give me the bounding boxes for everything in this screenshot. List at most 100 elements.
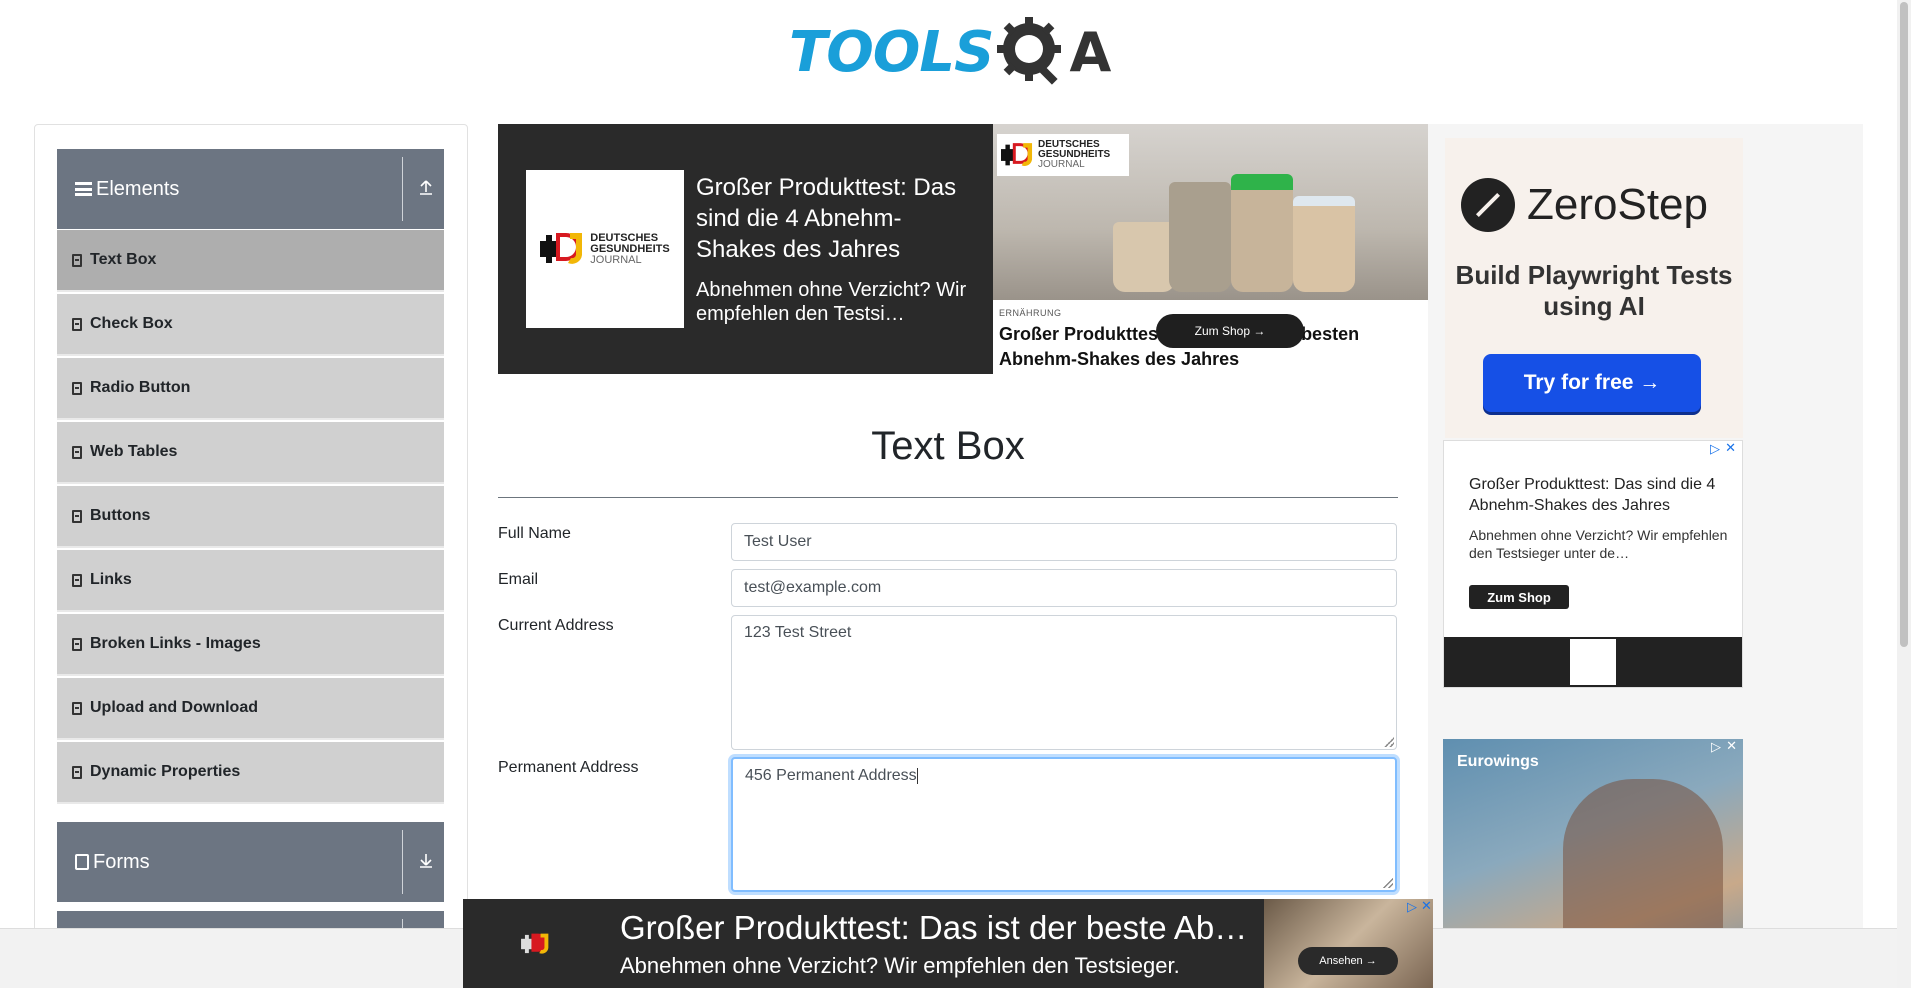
expand-arrow-icon[interactable] bbox=[418, 850, 434, 872]
menu-item-label: Buttons bbox=[90, 507, 151, 524]
ddj-logo-icon: DEUTSCHES GESUNDHEITS JOURNAL bbox=[997, 134, 1129, 176]
html5-icon bbox=[72, 317, 82, 331]
ad-title[interactable]: Großer Produkttest: Das ist der beste Ab… bbox=[620, 909, 1260, 947]
adchoices-icon[interactable]: ▷ bbox=[1407, 899, 1417, 915]
zerostep-logo-icon bbox=[1461, 178, 1515, 232]
shakes-photo[interactable]: DEUTSCHES GESUNDHEITS JOURNAL bbox=[993, 124, 1428, 300]
group-header-forms[interactable]: Forms bbox=[57, 822, 444, 902]
elements-menu: Text Box Check Box Radio Button Web Tabl… bbox=[57, 230, 444, 806]
ansehen-button[interactable]: Ansehen → bbox=[1298, 947, 1398, 975]
menu-item-label: Links bbox=[90, 571, 132, 588]
text-cursor bbox=[916, 767, 918, 784]
permanent-address-label: Permanent Address bbox=[498, 759, 639, 776]
menu-item-label: Radio Button bbox=[90, 379, 191, 396]
group-header-elements[interactable]: Elements bbox=[57, 149, 444, 229]
menu-item-buttons[interactable]: Buttons bbox=[57, 486, 444, 548]
group-header-label: Forms bbox=[93, 850, 150, 873]
ad-description: Abnehmen ohne Verzicht? Wir empfehlen de… bbox=[620, 953, 1180, 978]
shake-bottle bbox=[1293, 196, 1355, 292]
adchoices-icon[interactable]: ▷ bbox=[1710, 441, 1720, 457]
html5-icon bbox=[72, 573, 82, 587]
ad-footer bbox=[1444, 637, 1742, 687]
ad-brand-logo: DEUTSCHES GESUNDHEITS JOURNAL bbox=[526, 170, 684, 328]
hamburger-icon bbox=[75, 182, 92, 196]
toolsqa-logo[interactable]: TOOLS A bbox=[789, 14, 1115, 90]
brand-line: JOURNAL bbox=[590, 253, 642, 266]
email-input[interactable] bbox=[731, 569, 1397, 607]
shake-bottle bbox=[1113, 222, 1175, 292]
close-ad-icon[interactable]: ✕ bbox=[1421, 898, 1432, 914]
zum-shop-button[interactable]: Zum Shop bbox=[1469, 585, 1569, 609]
brand-line: DEUTSCHES bbox=[590, 231, 659, 244]
ad-description: Abnehmen ohne Verzicht? Wir empfehlen de… bbox=[1469, 527, 1728, 561]
menu-item-text-box[interactable]: Text Box bbox=[57, 230, 444, 292]
html5-icon bbox=[72, 509, 82, 523]
ad-title[interactable]: Großer Produkttest: Das sind die 4 Abneh… bbox=[696, 172, 981, 265]
permanent-address-value: 456 Permanent Address bbox=[745, 767, 917, 784]
permanent-address-textarea[interactable]: 456 Permanent Address bbox=[731, 757, 1397, 892]
logo-tools-text: TOOLS bbox=[789, 19, 994, 85]
adchoices-icon[interactable]: ▷ bbox=[1711, 739, 1721, 755]
menu-item-web-tables[interactable]: Web Tables bbox=[57, 422, 444, 484]
ad-description: Abnehmen ohne Verzicht? Wir empfehlen de… bbox=[696, 279, 967, 325]
html5-icon bbox=[72, 381, 82, 395]
menu-item-label: Text Box bbox=[90, 251, 157, 268]
html5-icon bbox=[72, 637, 82, 651]
close-ad-icon[interactable]: ✕ bbox=[1725, 440, 1736, 456]
gear-magnifier-icon bbox=[997, 17, 1067, 87]
eurowings-logo: Eurowings bbox=[1457, 753, 1539, 770]
menu-item-label: Broken Links - Images bbox=[90, 635, 261, 652]
bottom-sticky-ad[interactable]: Großer Produkttest: Das ist der beste Ab… bbox=[463, 898, 1433, 988]
html5-icon bbox=[72, 765, 82, 779]
current-address-label: Current Address bbox=[498, 617, 614, 634]
ddj-logo-icon bbox=[540, 229, 586, 269]
zum-shop-button[interactable]: Zum Shop → bbox=[1156, 314, 1304, 348]
menu-item-radio-button[interactable]: Radio Button bbox=[57, 358, 444, 420]
menu-item-broken-links[interactable]: Broken Links - Images bbox=[57, 614, 444, 676]
menu-item-label: Web Tables bbox=[90, 443, 178, 460]
html5-icon bbox=[72, 701, 82, 715]
zerostep-ad[interactable]: ZeroStep Build Playwright Tests using AI… bbox=[1445, 138, 1743, 438]
menu-item-check-box[interactable]: Check Box bbox=[57, 294, 444, 356]
ad-title[interactable]: Großer Produkttest: Das sind die 4 Abneh… bbox=[1469, 474, 1729, 516]
group-header-label: Elements bbox=[96, 177, 180, 200]
close-ad-icon[interactable]: ✕ bbox=[1726, 739, 1737, 754]
page-bottom-area bbox=[0, 928, 463, 988]
current-address-textarea[interactable]: 123 Test Street bbox=[731, 615, 1397, 750]
try-for-free-button[interactable]: Try for free → bbox=[1483, 354, 1701, 412]
ddj-logo-icon bbox=[477, 911, 595, 977]
title-divider bbox=[498, 497, 1398, 498]
document-icon bbox=[75, 854, 89, 870]
shake-bottle bbox=[1231, 174, 1293, 292]
menu-item-links[interactable]: Links bbox=[57, 550, 444, 612]
page-scrollbar[interactable] bbox=[1897, 0, 1911, 988]
html5-icon bbox=[72, 445, 82, 459]
zerostep-tagline: Build Playwright Tests using AI bbox=[1455, 260, 1733, 321]
scrollbar-thumb[interactable] bbox=[1900, 2, 1908, 647]
email-label: Email bbox=[498, 571, 539, 588]
shake-bottle bbox=[1169, 182, 1231, 292]
left-panel: Elements Text Box Check Box Radio Button… bbox=[34, 124, 468, 988]
menu-item-dynamic-properties[interactable]: Dynamic Properties bbox=[57, 742, 444, 804]
resize-handle[interactable] bbox=[1384, 737, 1394, 747]
page-bottom-area bbox=[1433, 928, 1897, 988]
full-name-label: Full Name bbox=[498, 525, 571, 542]
html5-icon bbox=[72, 253, 82, 267]
resize-handle[interactable] bbox=[1383, 878, 1393, 888]
menu-item-label: Check Box bbox=[90, 315, 173, 332]
zerostep-logo: ZeroStep bbox=[1461, 178, 1708, 232]
full-name-input[interactable] bbox=[731, 523, 1397, 561]
logo-a-text: A bbox=[1069, 20, 1112, 84]
ddj-logo-icon bbox=[1570, 639, 1616, 685]
divider bbox=[402, 157, 403, 221]
menu-item-label: Upload and Download bbox=[90, 699, 258, 716]
collapse-arrow-icon[interactable] bbox=[418, 177, 434, 199]
zerostep-name: ZeroStep bbox=[1527, 180, 1708, 229]
small-product-ad[interactable]: ▷ ✕ Großer Produkttest: Das sind die 4 A… bbox=[1443, 440, 1743, 688]
ad-category: ERNÄHRUNG bbox=[999, 308, 1062, 318]
top-banner-ad[interactable]: DEUTSCHES GESUNDHEITS JOURNAL Großer Produ… bbox=[498, 124, 1428, 374]
current-address-value: 123 Test Street bbox=[744, 624, 852, 641]
menu-item-upload-download[interactable]: Upload and Download bbox=[57, 678, 444, 740]
brand-line: GESUNDHEITS bbox=[590, 242, 670, 255]
divider bbox=[402, 830, 403, 894]
